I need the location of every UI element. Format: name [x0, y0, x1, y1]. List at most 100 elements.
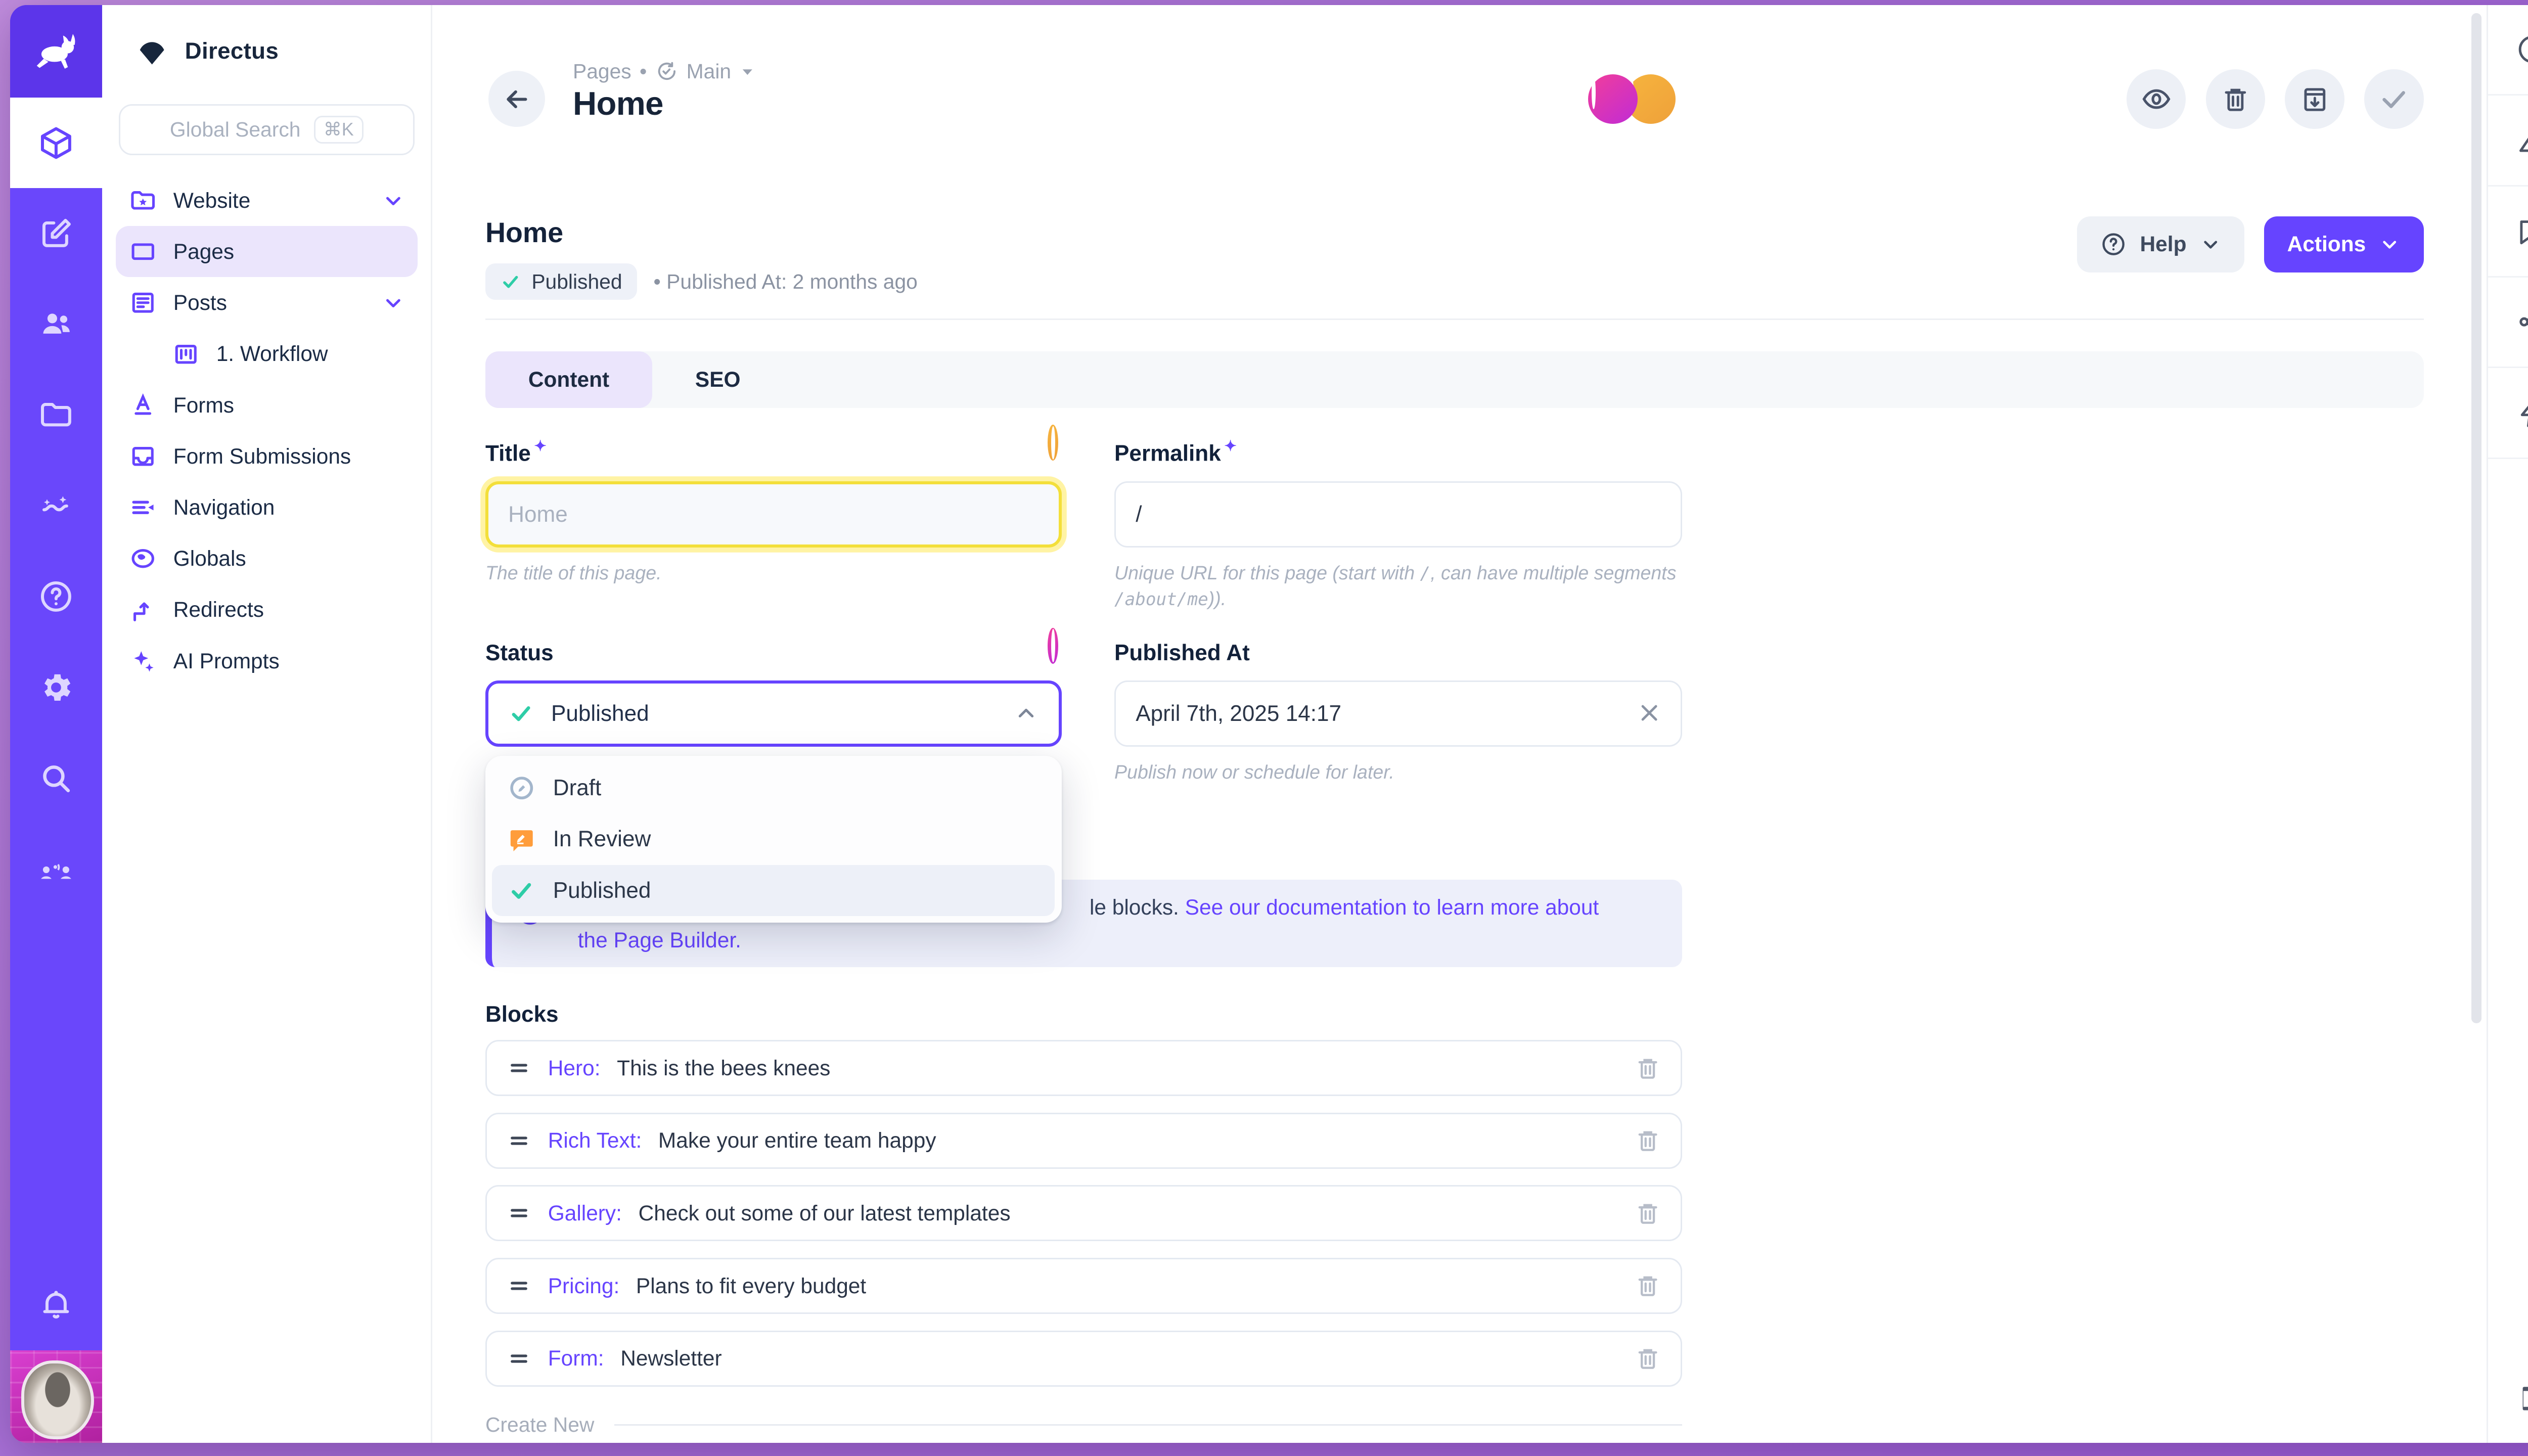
- comments-panel-button[interactable]: [2488, 187, 2528, 278]
- current-user-avatar[interactable]: [10, 1350, 103, 1443]
- block-row-pricing[interactable]: Pricing: Plans to fit every budget: [485, 1258, 1682, 1314]
- breadcrumb-collection[interactable]: Pages: [573, 60, 631, 83]
- title-label: Title✦: [485, 437, 1062, 467]
- check-icon: [508, 700, 534, 726]
- module-files[interactable]: [10, 370, 103, 461]
- clear-date-button[interactable]: [1636, 700, 1662, 726]
- create-new-label[interactable]: Create New: [485, 1413, 594, 1437]
- archive-button[interactable]: [2285, 69, 2344, 129]
- published-meta: • Published At: 2 months ago: [654, 270, 918, 294]
- item-actions: [2127, 69, 2424, 129]
- block-row-form[interactable]: Form: Newsletter: [485, 1331, 1682, 1387]
- drag-handle-icon[interactable]: [507, 1056, 531, 1080]
- check-icon: [500, 271, 521, 292]
- help-button[interactable]: Help: [2077, 216, 2244, 272]
- delete-block-button[interactable]: [1635, 1272, 1661, 1299]
- block-row-rich-text[interactable]: Rich Text: Make your entire team happy: [485, 1113, 1682, 1169]
- scrollbar[interactable]: [2471, 13, 2481, 1023]
- sidebar-item-form-submissions[interactable]: Form Submissions: [116, 431, 418, 482]
- flows-panel-button[interactable]: [2488, 368, 2528, 459]
- edit-icon: [38, 215, 74, 252]
- drag-handle-icon[interactable]: [507, 1128, 531, 1153]
- archive-icon: [2300, 84, 2330, 114]
- project-header[interactable]: Directus: [102, 5, 431, 87]
- sidebar-item-navigation[interactable]: Navigation: [116, 482, 418, 533]
- sidebar-item-redirects[interactable]: Redirects: [116, 584, 418, 635]
- tab-seo[interactable]: SEO: [652, 351, 783, 407]
- create-new[interactable]: Create New: [485, 1413, 1682, 1437]
- drag-handle-icon[interactable]: [507, 1201, 531, 1225]
- module-users[interactable]: [10, 279, 103, 370]
- global-search[interactable]: Global Search ⌘K: [119, 104, 415, 155]
- avatar-user-1[interactable]: [1048, 628, 1058, 664]
- sidebar-item-workflow[interactable]: 1. Workflow: [116, 329, 418, 380]
- status-option-published[interactable]: Published: [492, 865, 1055, 916]
- module-search[interactable]: [10, 733, 103, 824]
- module-editor[interactable]: [10, 188, 103, 279]
- actions-button[interactable]: Actions: [2264, 216, 2424, 272]
- bell-icon: [38, 1287, 74, 1323]
- avatar-user-2[interactable]: [1048, 425, 1058, 461]
- delete-block-button[interactable]: [1635, 1055, 1661, 1081]
- module-translations[interactable]: [10, 824, 103, 915]
- info-panel-button[interactable]: [2488, 5, 2528, 96]
- directus-rabbit-logo[interactable]: [10, 5, 103, 98]
- published-at-input[interactable]: [1114, 680, 1682, 747]
- delete-button[interactable]: [2206, 69, 2266, 129]
- revisions-icon: [2516, 124, 2528, 157]
- module-content[interactable]: [10, 98, 103, 189]
- page-title: Home: [573, 84, 663, 122]
- module-rail-spacer: [10, 915, 103, 1260]
- back-button[interactable]: [488, 71, 545, 127]
- tree-root-website[interactable]: Website: [116, 175, 418, 226]
- save-button[interactable]: [2364, 69, 2424, 129]
- shares-panel-button[interactable]: [2488, 278, 2528, 369]
- sidebar-item-label: 1. Workflow: [216, 342, 328, 366]
- notifications-bell[interactable]: [10, 1259, 103, 1350]
- block-text: Plans to fit every budget: [636, 1274, 866, 1298]
- drag-handle-icon[interactable]: [507, 1273, 531, 1298]
- delete-block-button[interactable]: [1635, 1127, 1661, 1154]
- sidebar-item-label: AI Prompts: [173, 649, 280, 673]
- sidebar-item-label: Redirects: [173, 598, 264, 622]
- chevron-down-icon[interactable]: [382, 291, 405, 314]
- help-circle-icon: [2100, 231, 2127, 257]
- sidebar-item-ai-prompts[interactable]: AI Prompts: [116, 635, 418, 687]
- tab-content[interactable]: Content: [485, 351, 652, 407]
- module-insights[interactable]: [10, 461, 103, 552]
- sidebar-item-posts[interactable]: Posts: [116, 277, 418, 328]
- breadcrumb[interactable]: Pages • Main: [573, 60, 756, 83]
- status-option-in-review[interactable]: In Review: [492, 814, 1055, 865]
- drag-handle-icon[interactable]: [507, 1346, 531, 1371]
- draft-icon: [507, 774, 536, 802]
- title-field: Title✦ The title of this page.: [485, 437, 1062, 585]
- sparkles-icon: [129, 647, 157, 675]
- permalink-input[interactable]: [1114, 481, 1682, 548]
- breadcrumb-version[interactable]: Main: [687, 60, 731, 83]
- required-mark: ✦: [1224, 438, 1237, 454]
- block-row-gallery[interactable]: Gallery: Check out some of our latest te…: [485, 1185, 1682, 1241]
- delete-block-button[interactable]: [1635, 1345, 1661, 1372]
- title-input[interactable]: [485, 481, 1062, 548]
- global-search-placeholder: Global Search: [170, 118, 301, 142]
- delete-block-button[interactable]: [1635, 1200, 1661, 1226]
- pending-tasks-button[interactable]: [2488, 1352, 2528, 1443]
- sidebar-item-globals[interactable]: Globals: [116, 533, 418, 584]
- avatar-user-1[interactable]: [1588, 74, 1638, 124]
- sidebar-item-pages[interactable]: Pages: [116, 226, 418, 277]
- sidebar-item-forms[interactable]: Forms: [116, 380, 418, 431]
- module-help[interactable]: [10, 552, 103, 643]
- actions-button-label: Actions: [2287, 232, 2366, 256]
- status-option-label: Published: [553, 878, 651, 903]
- status-option-draft[interactable]: Draft: [492, 763, 1055, 814]
- preview-button[interactable]: [2127, 69, 2186, 129]
- revisions-panel-button[interactable]: 3: [2488, 96, 2528, 187]
- caret-down-icon: [739, 63, 756, 80]
- module-settings[interactable]: [10, 642, 103, 733]
- title-helper: The title of this page.: [485, 561, 1062, 585]
- block-type: Form:: [548, 1346, 604, 1371]
- block-row-hero[interactable]: Hero: This is the bees knees: [485, 1040, 1682, 1096]
- project-logo-icon: [136, 35, 168, 68]
- status-select[interactable]: Published: [485, 680, 1062, 747]
- chevron-down-icon[interactable]: [382, 189, 405, 212]
